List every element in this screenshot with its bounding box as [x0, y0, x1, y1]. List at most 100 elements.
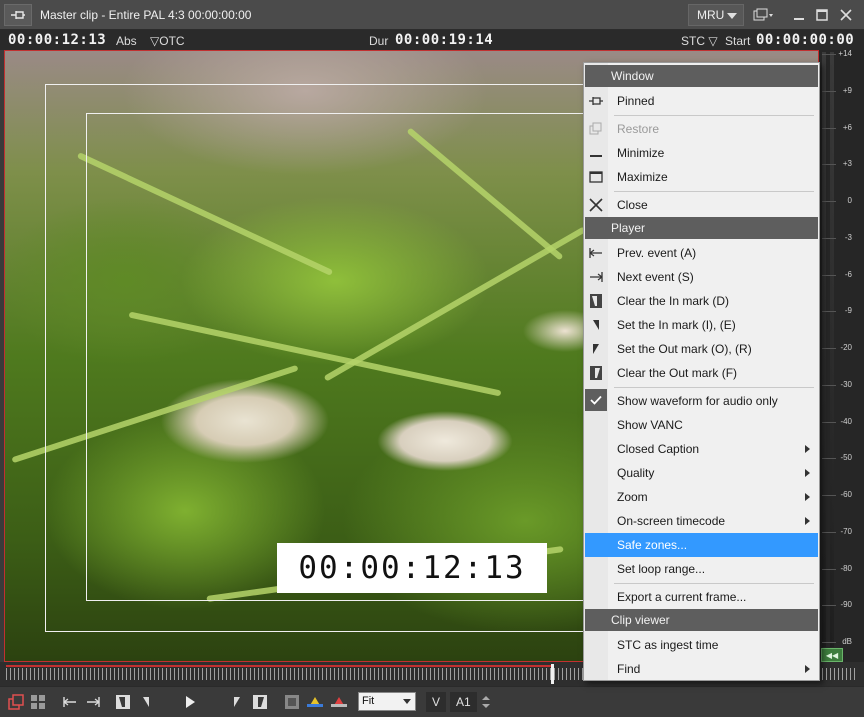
meter-scale-label: -6	[844, 270, 852, 279]
menu-item-label: Clear the Out mark (F)	[617, 366, 738, 380]
prev-event-icon	[588, 245, 604, 261]
menu-item-stc-ingest-time[interactable]: STC as ingest time	[585, 633, 818, 657]
menu-item-label: Minimize	[617, 146, 665, 160]
up-down-arrows-icon	[482, 696, 490, 708]
submenu-arrow-icon	[805, 517, 810, 525]
window-menu-button[interactable]	[750, 4, 778, 26]
pin-icon	[588, 93, 604, 109]
stc-label: STC	[681, 34, 705, 48]
clear-in-icon	[588, 293, 604, 309]
playhead[interactable]	[551, 664, 554, 684]
menu-item-maximize[interactable]: Maximize	[585, 165, 818, 189]
menu-item-export-frame[interactable]: Export a current frame...	[585, 585, 818, 609]
minimize-icon	[588, 145, 604, 161]
video-track-button[interactable]: V	[426, 692, 447, 712]
menu-item-label: Prev. event (A)	[617, 246, 697, 260]
meter-scale-tick	[822, 605, 836, 606]
zoom-fit-select[interactable]: Fit	[358, 692, 416, 711]
prev-event-icon	[63, 697, 76, 707]
menu-item-label: Safe zones...	[617, 538, 688, 552]
safe-area-button[interactable]	[282, 691, 302, 713]
menu-item-safe-zones[interactable]: Safe zones...	[585, 533, 818, 557]
window-title: Master clip - Entire PAL 4:3 00:00:00:00	[40, 8, 252, 22]
set-out-icon	[234, 697, 240, 707]
audio-track-button[interactable]: A1	[450, 692, 477, 712]
restore-icon	[588, 121, 604, 137]
grid-button[interactable]	[28, 691, 48, 713]
menu-item-onscreen-timecode[interactable]: On-screen timecode	[585, 509, 818, 533]
timeline-progress	[6, 665, 551, 667]
menu-item-label: Show waveform for audio only	[617, 394, 778, 408]
menu-item-label: Export a current frame...	[617, 590, 747, 604]
close-button[interactable]	[835, 4, 857, 26]
menu-item-set-in[interactable]: Set the In mark (I), (E)	[585, 313, 818, 337]
next-event-icon	[588, 269, 604, 285]
menu-item-clear-out[interactable]: Clear the Out mark (F)	[585, 361, 818, 385]
menu-item-prev-event[interactable]: Prev. event (A)	[585, 241, 818, 265]
menu-separator	[614, 115, 814, 116]
set-out-button[interactable]	[226, 691, 246, 713]
meter-scale-label: -30	[840, 380, 852, 389]
menu-item-set-loop-range[interactable]: Set loop range...	[585, 557, 818, 581]
menu-separator	[614, 583, 814, 584]
close-icon	[588, 197, 604, 213]
next-event-button[interactable]	[83, 691, 103, 713]
menu-item-next-event[interactable]: Next event (S)	[585, 265, 818, 289]
meter-scale-tick	[822, 569, 836, 570]
menu-section-clip-viewer: Clip viewer	[585, 609, 818, 631]
chevron-down-icon	[727, 13, 737, 19]
menu-item-find[interactable]: Find	[585, 657, 818, 681]
menu-item-show-vanc[interactable]: Show VANC	[585, 413, 818, 437]
menu-item-minimize[interactable]: Minimize	[585, 141, 818, 165]
menu-item-label: Zoom	[617, 490, 648, 504]
maximize-button[interactable]	[811, 4, 833, 26]
clear-out-icon	[253, 695, 267, 709]
window-mode-button[interactable]	[6, 691, 26, 713]
meter-scale-label: -9	[844, 306, 852, 315]
clear-in-button[interactable]	[113, 691, 133, 713]
zoom-fit-value: Fit	[362, 695, 375, 707]
minimize-button[interactable]	[788, 4, 810, 26]
menu-item-show-waveform[interactable]: Show waveform for audio only	[585, 389, 818, 413]
menu-item-clear-in[interactable]: Clear the In mark (D)	[585, 289, 818, 313]
menu-item-restore[interactable]: Restore	[585, 117, 818, 141]
stc-dropdown[interactable]: STC ▽	[681, 34, 718, 48]
otc-dropdown[interactable]: ▽OTC	[150, 34, 185, 48]
marker-button[interactable]	[305, 691, 325, 713]
meter-scale-label: -20	[840, 343, 852, 352]
menu-item-label: Find	[617, 662, 641, 676]
otc-label: OTC	[159, 34, 185, 48]
clear-out-button[interactable]	[250, 691, 270, 713]
meter-scale-label: +6	[842, 123, 852, 132]
submenu-arrow-icon	[805, 445, 810, 453]
mru-dropdown[interactable]: MRU	[688, 4, 744, 26]
play-button[interactable]	[180, 691, 200, 713]
meter-scale-label: -80	[840, 564, 852, 573]
menu-section-player: Player	[585, 217, 818, 239]
menu-item-zoom[interactable]: Zoom	[585, 485, 818, 509]
menu-item-closed-caption[interactable]: Closed Caption	[585, 437, 818, 461]
clear-out-icon	[588, 365, 604, 381]
window-menu-icon	[753, 8, 773, 21]
meter-scale-label: -60	[840, 490, 852, 499]
pin-button[interactable]	[4, 4, 32, 26]
menu-item-set-out[interactable]: Set the Out mark (O), (R)	[585, 337, 818, 361]
next-event-icon	[87, 697, 100, 707]
mru-label: MRU	[697, 8, 725, 22]
menu-item-pinned[interactable]: Pinned	[585, 89, 818, 113]
audio-channels-button[interactable]: ◀◀	[821, 648, 843, 662]
menu-item-quality[interactable]: Quality	[585, 461, 818, 485]
track-spinner[interactable]	[476, 691, 496, 713]
menu-item-label: Closed Caption	[617, 442, 700, 456]
prev-event-button[interactable]	[60, 691, 80, 713]
clear-marker-button[interactable]	[329, 691, 349, 713]
meter-scale-tick	[822, 385, 836, 386]
meter-scale-label: -90	[840, 600, 852, 609]
clear-marker-icon	[331, 697, 347, 707]
maximize-icon	[816, 9, 828, 21]
context-menu: Window Pinned Restore Minimize Maximize …	[583, 62, 820, 681]
timecode-mode-label: Abs	[116, 34, 137, 48]
set-in-button[interactable]	[137, 691, 157, 713]
menu-item-close[interactable]: Close	[585, 193, 818, 217]
start-label: Start	[725, 34, 751, 48]
